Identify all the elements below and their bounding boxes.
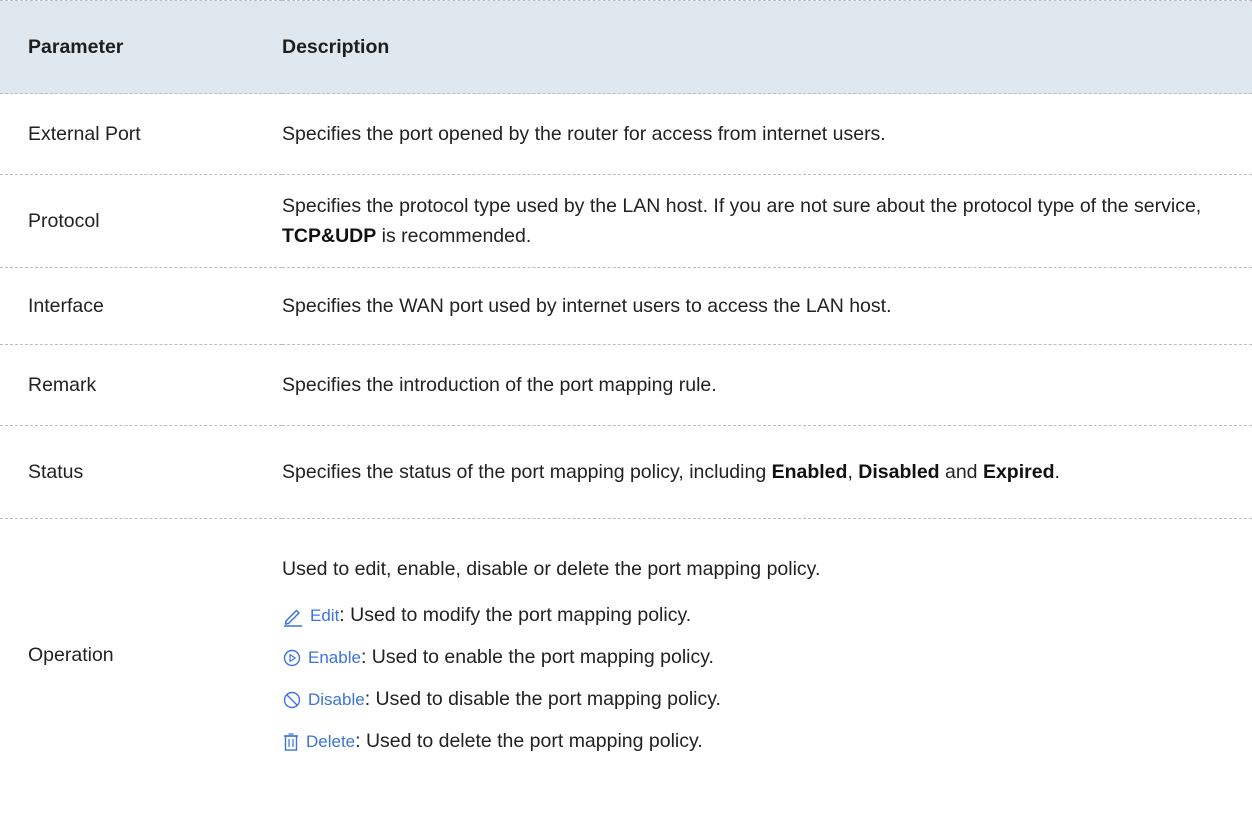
operation-item-enable: Enable : Used to enable the port mapping… [282, 636, 1212, 678]
desc-bold-term: Disabled [858, 461, 940, 483]
delete-label: Delete [306, 731, 356, 751]
table-header-row: Parameter Description [0, 0, 1252, 94]
edit-button[interactable]: Edit [282, 595, 339, 637]
header-parameter: Parameter [0, 0, 282, 94]
table-row: Interface Specifies the WAN port used by… [0, 267, 1252, 345]
param-description: Specifies the status of the port mapping… [282, 425, 1252, 519]
param-name: Remark [0, 344, 282, 426]
operation-text: : Used to disable the port mapping polic… [364, 688, 721, 710]
desc-text: is recommended. [376, 225, 532, 247]
disable-label: Disable [308, 689, 365, 709]
param-name: Interface [0, 267, 282, 345]
delete-button[interactable]: Delete [282, 721, 355, 763]
param-name: External Port [0, 93, 282, 175]
play-circle-icon [283, 649, 301, 667]
desc-text: , [847, 461, 859, 483]
desc-text: and [939, 461, 983, 483]
enable-button[interactable]: Enable [282, 637, 361, 679]
desc-bold-term: Enabled [771, 461, 848, 483]
table-row: Status Specifies the status of the port … [0, 425, 1252, 519]
param-description: Specifies the port opened by the router … [282, 93, 1252, 175]
param-description: Specifies the WAN port used by internet … [282, 267, 1252, 345]
param-description: Used to edit, enable, disable or delete … [282, 519, 1252, 792]
table-row: Protocol Specifies the protocol type use… [0, 174, 1252, 268]
desc-bold-term: Expired [982, 461, 1055, 483]
operation-item-edit: Edit : Used to modify the port mapping p… [282, 594, 1212, 636]
param-description: Specifies the introduction of the port m… [282, 344, 1252, 426]
table-row: Remark Specifies the introduction of the… [0, 344, 1252, 426]
pencil-icon [284, 609, 302, 627]
param-name: Protocol [0, 174, 282, 268]
header-description: Description [282, 0, 1252, 94]
desc-text: Specifies the status of the port mapping… [282, 461, 772, 483]
parameter-table: Parameter Description External Port Spec… [0, 0, 1252, 791]
operation-intro: Used to edit, enable, disable or delete … [282, 558, 821, 580]
operation-item-disable: Disable : Used to disable the port mappi… [282, 678, 1212, 720]
table-row: Operation Used to edit, enable, disable … [0, 519, 1252, 792]
trash-icon [284, 733, 298, 751]
operation-text: : Used to modify the port mapping policy… [339, 604, 692, 626]
disable-button[interactable]: Disable [282, 679, 365, 721]
desc-text: . [1054, 461, 1060, 483]
operation-item-delete: Delete : Used to delete the port mapping… [282, 720, 1212, 762]
desc-bold-term: TCP&UDP [282, 225, 377, 247]
param-description: Specifies the protocol type used by the … [282, 174, 1252, 268]
operation-text: : Used to enable the port mapping policy… [360, 646, 714, 668]
param-name: Operation [28, 644, 114, 666]
table-row: External Port Specifies the port opened … [0, 93, 1252, 175]
operation-text: : Used to delete the port mapping policy… [355, 730, 703, 752]
edit-label: Edit [310, 605, 340, 625]
prohibited-icon [283, 691, 301, 709]
desc-text: Specifies the protocol type used by the … [282, 195, 1202, 217]
enable-label: Enable [308, 647, 361, 667]
param-name: Status [0, 425, 282, 519]
